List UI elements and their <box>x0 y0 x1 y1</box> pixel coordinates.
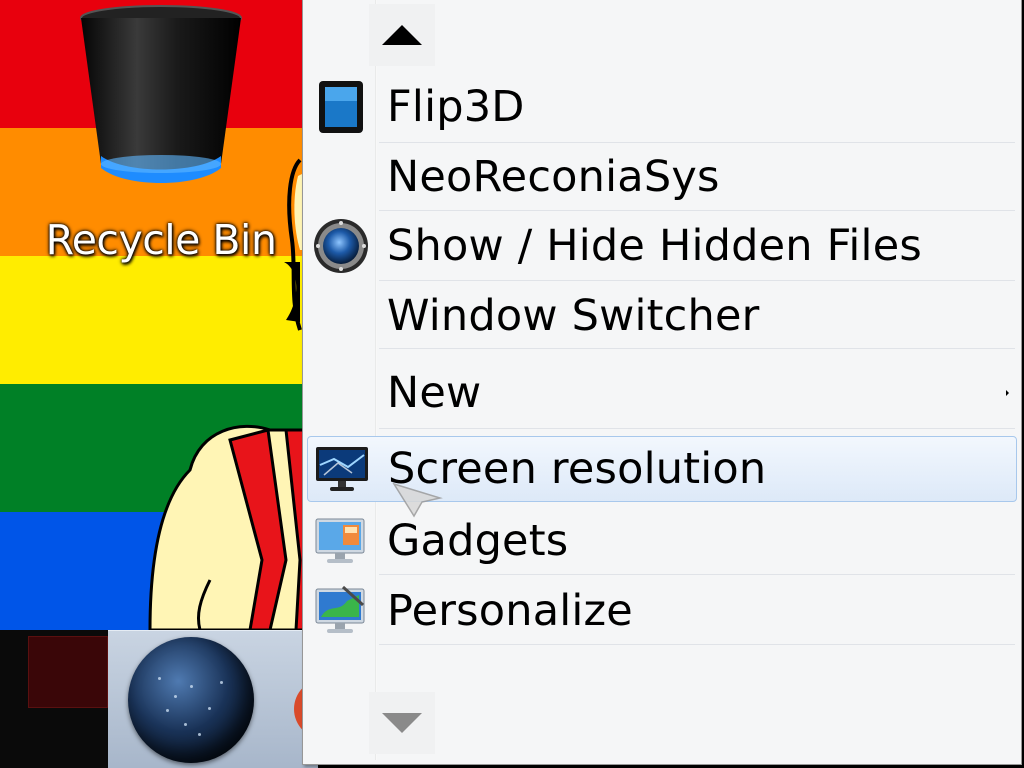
menu-item-label: Show / Hide Hidden Files <box>387 221 922 271</box>
menu-item-label: Gadgets <box>387 516 569 566</box>
taskbar-decoration <box>28 636 108 708</box>
menu-item-label: Window Switcher <box>387 291 760 341</box>
menu-item-show-hide-hidden-files[interactable]: Show / Hide Hidden Files <box>307 213 1017 279</box>
menu-separator <box>379 142 1015 143</box>
menu-separator <box>379 348 1015 349</box>
monitor-icon <box>316 447 368 491</box>
scroll-down-arrow-icon <box>382 713 422 733</box>
flip3d-icon <box>319 81 363 133</box>
taskbar-left-area <box>0 630 108 768</box>
mouse-cursor-icon <box>392 482 443 518</box>
menu-scroll-up-button[interactable] <box>369 4 435 66</box>
menu-separator <box>379 644 1015 645</box>
menu-item-label: New <box>387 368 482 418</box>
scroll-up-arrow-icon <box>382 25 422 45</box>
globe-icon <box>128 637 254 763</box>
menu-item-personalize[interactable]: Personalize <box>307 578 1017 644</box>
recycle-bin-shortcut[interactable]: Recycle Bin <box>30 4 292 274</box>
menu-scroll-down-button[interactable] <box>369 692 435 754</box>
menu-item-neoreconiasys[interactable]: NeoReconiaSys <box>307 144 1017 210</box>
taskbar-button[interactable] <box>108 630 324 768</box>
menu-separator <box>379 428 1015 429</box>
desktop-context-menu: Flip3D NeoReconiaSys Show / Hide Hidden … <box>302 0 1022 765</box>
menu-item-label: Flip3D <box>387 82 525 132</box>
menu-item-label: NeoReconiaSys <box>387 152 720 202</box>
menu-item-new[interactable]: New <box>307 360 1017 426</box>
gadgets-icon <box>315 518 365 563</box>
menu-separator <box>379 210 1015 211</box>
recycle-bin-label: Recycle Bin <box>45 216 277 264</box>
menu-item-flip3d[interactable]: Flip3D <box>307 74 1017 140</box>
personalize-icon <box>315 585 365 633</box>
recycle-bin-icon <box>80 5 242 183</box>
menu-item-label: Screen resolution <box>388 444 767 494</box>
menu-separator <box>379 280 1015 281</box>
hidden-files-orb-icon <box>314 219 368 273</box>
submenu-arrow-icon <box>1006 390 1009 396</box>
menu-item-window-switcher[interactable]: Window Switcher <box>307 283 1017 349</box>
menu-item-label: Personalize <box>387 586 633 636</box>
menu-separator <box>379 574 1015 575</box>
